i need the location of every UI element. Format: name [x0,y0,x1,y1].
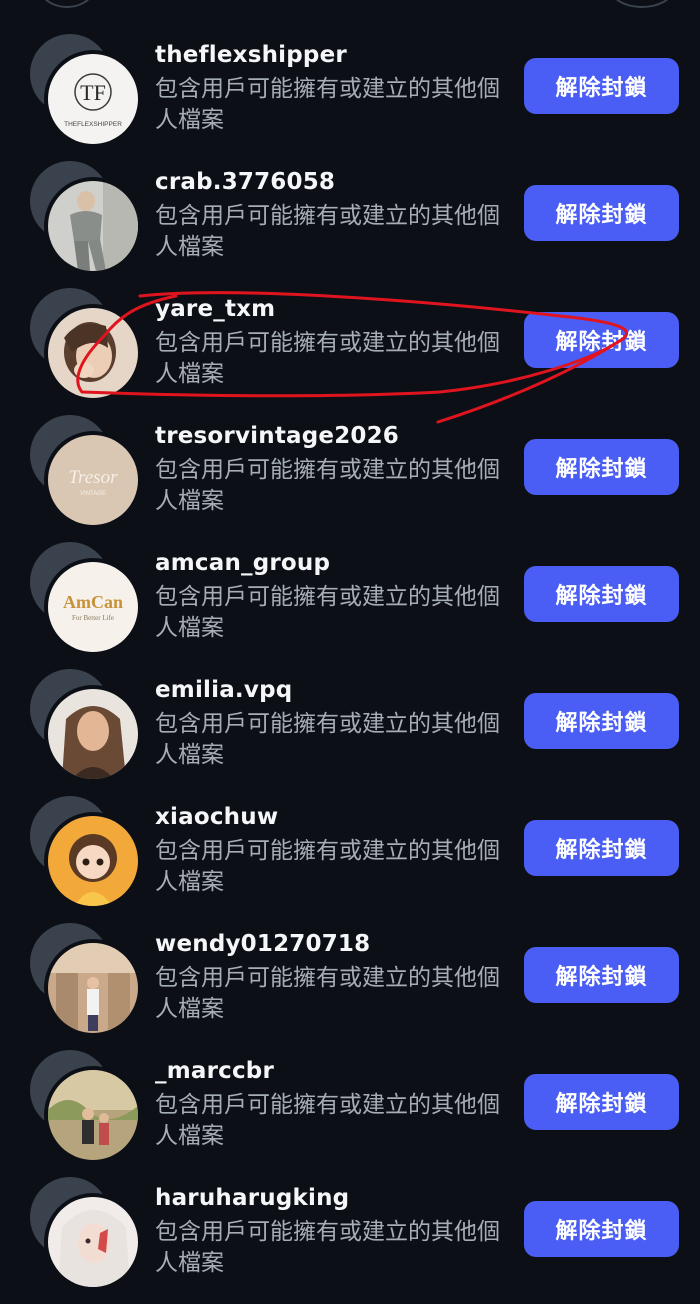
tresor-logo-avatar: Tresor VINTAGE [48,435,138,525]
photo-avatar [48,181,138,271]
blocked-user-row: haruharugking 包含用戶可能擁有或建立的其他個人檔案 解除封鎖 [0,1177,700,1304]
other-profiles-note: 包含用戶可能擁有或建立的其他個人檔案 [155,711,500,768]
username[interactable]: crab.3776058 [155,169,335,195]
username[interactable]: xiaochuw [155,804,278,830]
avatar-stack[interactable]: TF THEFLEXSHIPPER [30,34,140,144]
logo-wordmark: Tresor [69,467,119,488]
blocked-user-row: Tresor VINTAGE tresorvintage2026 包含用戶可能擁… [0,415,700,542]
blocked-user-row: TF THEFLEXSHIPPER theflexshipper 包含用戶可能擁… [0,34,700,161]
photo-avatar [48,689,138,779]
blocked-user-row: crab.3776058 包含用戶可能擁有或建立的其他個人檔案 解除封鎖 [0,161,700,288]
logo-monogram: TF [80,80,106,105]
amcan-logo-avatar: AmCan For Better Life [48,562,138,652]
unblock-button[interactable]: 解除封鎖 [524,439,679,495]
username[interactable]: amcan_group [155,550,330,576]
username[interactable]: wendy01270718 [155,931,370,957]
avatar-stack[interactable] [30,1177,140,1287]
partial-button-top [610,0,674,8]
unblock-button[interactable]: 解除封鎖 [524,185,679,241]
unblock-button[interactable]: 解除封鎖 [524,312,679,368]
unblock-button[interactable]: 解除封鎖 [524,947,679,1003]
unblock-button[interactable]: 解除封鎖 [524,693,679,749]
other-profiles-note: 包含用戶可能擁有或建立的其他個人檔案 [155,965,500,1022]
other-profiles-note: 包含用戶可能擁有或建立的其他個人檔案 [155,1219,500,1276]
username[interactable]: _marccbr [155,1058,274,1084]
avatar-stack[interactable]: AmCan For Better Life [30,542,140,652]
logo-wordmark: AmCan [63,592,123,612]
blocked-user-row: wendy01270718 包含用戶可能擁有或建立的其他個人檔案 解除封鎖 [0,923,700,1050]
other-profiles-note: 包含用戶可能擁有或建立的其他個人檔案 [155,76,500,133]
photo-avatar [48,1197,138,1287]
blocked-accounts-list: TF THEFLEXSHIPPER theflexshipper 包含用戶可能擁… [0,0,700,1287]
cartoon-avatar [48,816,138,906]
username[interactable]: tresorvintage2026 [155,423,399,449]
unblock-button[interactable]: 解除封鎖 [524,58,679,114]
blocked-user-row: yare_txm 包含用戶可能擁有或建立的其他個人檔案 解除封鎖 [0,288,700,415]
other-profiles-note: 包含用戶可能擁有或建立的其他個人檔案 [155,330,500,387]
photo-avatar [48,1070,138,1160]
logo-tagline: For Better Life [72,614,114,622]
other-profiles-note: 包含用戶可能擁有或建立的其他個人檔案 [155,838,500,895]
photo-avatar [48,308,138,398]
partial-avatar-top [40,0,94,8]
unblock-button[interactable]: 解除封鎖 [524,820,679,876]
avatar-stack[interactable] [30,669,140,779]
avatar-stack[interactable] [30,161,140,271]
avatar-stack[interactable]: Tresor VINTAGE [30,415,140,525]
other-profiles-note: 包含用戶可能擁有或建立的其他個人檔案 [155,584,500,641]
other-profiles-note: 包含用戶可能擁有或建立的其他個人檔案 [155,1092,500,1149]
blocked-user-row: _marccbr 包含用戶可能擁有或建立的其他個人檔案 解除封鎖 [0,1050,700,1177]
username[interactable]: emilia.vpq [155,677,292,703]
unblock-button[interactable]: 解除封鎖 [524,1201,679,1257]
unblock-button[interactable]: 解除封鎖 [524,1074,679,1130]
avatar-stack[interactable] [30,1050,140,1160]
theflexshipper-logo-avatar: TF THEFLEXSHIPPER [48,54,138,144]
username[interactable]: yare_txm [155,296,275,322]
photo-avatar [48,943,138,1033]
avatar-stack[interactable] [30,923,140,1033]
blocked-user-row: xiaochuw 包含用戶可能擁有或建立的其他個人檔案 解除封鎖 [0,796,700,923]
blocked-user-row: emilia.vpq 包含用戶可能擁有或建立的其他個人檔案 解除封鎖 [0,669,700,796]
username[interactable]: theflexshipper [155,42,347,68]
unblock-button[interactable]: 解除封鎖 [524,566,679,622]
blocked-user-row: AmCan For Better Life amcan_group 包含用戶可能… [0,542,700,669]
logo-wordmark: THEFLEXSHIPPER [64,121,122,128]
avatar-stack[interactable] [30,288,140,398]
avatar-stack[interactable] [30,796,140,906]
other-profiles-note: 包含用戶可能擁有或建立的其他個人檔案 [155,457,500,514]
other-profiles-note: 包含用戶可能擁有或建立的其他個人檔案 [155,203,500,260]
logo-tagline: VINTAGE [80,491,106,497]
username[interactable]: haruharugking [155,1185,349,1211]
